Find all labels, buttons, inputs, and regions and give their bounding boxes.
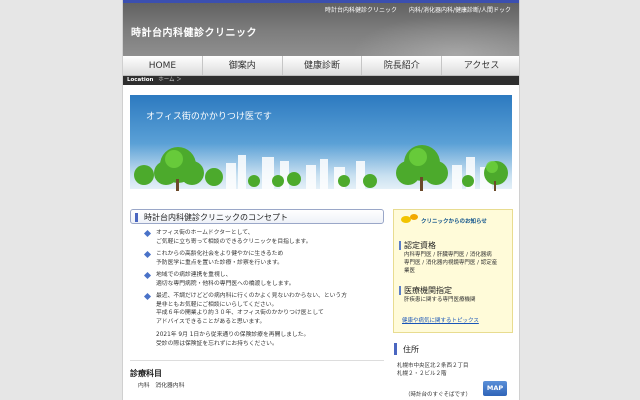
heading-bar-icon	[135, 213, 138, 222]
concept-text: オフィス街のホームドクターとして、	[156, 230, 254, 236]
qualifications-body: 内科専門医 / 肝臓専門医 / 消化器病 専門医 / 消化器内視鏡専門医 / 認…	[404, 251, 516, 275]
global-nav: HOME 御案内 健康診断 院長紹介 アクセス	[123, 56, 519, 76]
diamond-bullet-icon	[143, 292, 152, 301]
designation-body: 肝疾患に関する専門医療機関	[404, 296, 516, 304]
tagline-departments: 内科/消化器内科/健康診断/人間ドック	[408, 7, 511, 14]
concept-text: 平成６年の開業より約３０年、オフィス街のかかりつけ医として	[156, 310, 324, 316]
address-title: 住所	[403, 345, 419, 354]
concept-text: 是非ともお気軽にご相談にいらしてください。	[156, 301, 278, 308]
services-heading: 診療科目	[130, 369, 162, 378]
notice-text: 受診の際は保険証を忘れずにお持ちください。	[156, 340, 278, 347]
nav-director[interactable]: 院長紹介	[362, 56, 443, 75]
nav-health-checkup[interactable]: 健康診断	[283, 56, 363, 75]
designation-text: 肝疾患に関する専門医療機関	[404, 297, 476, 303]
health-topics-link[interactable]: 健康や病気に関するトピックス	[402, 316, 479, 324]
address-landmark: （時計台のすぐそばです）	[405, 392, 472, 398]
site-title[interactable]: 時計台内科健診クリニック	[131, 24, 257, 39]
concept-text: 予防医学に重点を置いた診療・診察を行います。	[156, 259, 283, 266]
concept-list: オフィス街のホームドクターとして、 ご気軽に立ち寄って相談のできるクリニックを目…	[143, 229, 383, 330]
address-heading: 住所	[393, 341, 513, 356]
qualifications-section: 認定資格 内科専門医 / 肝臓専門医 / 消化器病 専門医 / 消化器内視鏡専門…	[404, 240, 516, 275]
concept-text: 適切な専門病院・他科の専門医への橋渡しをします。	[156, 280, 295, 287]
concept-item: オフィス街のホームドクターとして、 ご気軽に立ち寄って相談のできるクリニックを目…	[143, 229, 383, 246]
qualification-text: 業医	[404, 268, 416, 274]
hero-banner: オフィス街のかかりつけ医です	[130, 95, 512, 202]
concept-item: 地域での病診連携を重視し、 適切な専門病院・他科の専門医への橋渡しをします。	[143, 271, 383, 288]
qualifications-heading: 認定資格	[404, 241, 436, 250]
clinic-info-box: クリニックからのお知らせ 認定資格 内科専門医 / 肝臓専門医 / 消化器病 専…	[393, 209, 513, 333]
breadcrumb-label: Location	[127, 77, 154, 83]
hero-tagline: オフィス街のかかりつけ医です	[146, 112, 272, 122]
concept-item: これからの高齢化社会をより健やかに生きるため 予防医学に重点を置いた診療・診察を…	[143, 250, 383, 267]
diamond-bullet-icon	[143, 229, 152, 238]
breadcrumb-home-link[interactable]: ホーム ＞	[158, 77, 182, 83]
page: 時計台内科健診クリニック 内科/消化器内科/健康診断/人間ドック 時計台内科健診…	[122, 0, 520, 400]
qualification-text: 内科専門医 / 肝臓専門医 / 消化器病	[404, 252, 492, 258]
section-bar-icon	[399, 286, 401, 295]
header-tagline: 時計台内科健診クリニック 内科/消化器内科/健康診断/人間ドック	[315, 5, 511, 14]
nav-access[interactable]: アクセス	[442, 56, 519, 75]
nav-home[interactable]: HOME	[123, 56, 203, 75]
news-label: クリニックからのお知らせ	[421, 219, 487, 225]
header-accent-line	[123, 0, 519, 3]
divider	[130, 360, 384, 361]
diamond-bullet-icon	[143, 250, 152, 259]
site-header: 時計台内科健診クリニック 内科/消化器内科/健康診断/人間ドック 時計台内科健診…	[123, 0, 519, 56]
nav-guide[interactable]: 御案内	[203, 56, 283, 75]
diamond-bullet-icon	[143, 271, 152, 280]
address-body: 札幌市中央区北２条西２丁目 札幌２・２ビル２階	[397, 362, 469, 378]
concept-item: 最近、不調だけどどの病内科に行くのかよく見ないわからない、という方 是非ともお気…	[143, 292, 383, 326]
map-button[interactable]: MAP	[483, 381, 507, 396]
designation-section: 医療機関指定 肝疾患に関する専門医療機関	[404, 285, 516, 304]
concept-text: ご気軽に立ち寄って相談のできるクリニックを目指します。	[156, 238, 312, 245]
insurance-notice: 2021年 9月 1日から従来通りの保険診療を再開しました。 受診の際は保険証を…	[156, 331, 309, 348]
services-list: 内科 消化器内科	[138, 383, 185, 389]
heading-bar-icon	[394, 343, 397, 355]
notice-text: 2021年 9月 1日から従来通りの保険診療を再開しました。	[156, 332, 310, 338]
address-line: 札幌２・２ビル２階	[397, 371, 447, 377]
breadcrumb: Location ホーム ＞	[123, 76, 519, 85]
concept-heading: 時計台内科健診クリニックのコンセプト	[130, 209, 384, 224]
section-bar-icon	[399, 241, 401, 250]
news-banner[interactable]: クリニックからのお知らせ	[399, 214, 507, 230]
concept-text: 最近、不調だけどどの病内科に行くのかよく見ないわからない、という方	[156, 293, 348, 299]
concept-text: 地域での病診連携を重視し、	[156, 272, 232, 278]
qualification-text: 専門医 / 消化器内視鏡専門医 / 認定産	[404, 260, 498, 266]
tagline-clinic-name: 時計台内科健診クリニック	[324, 7, 397, 14]
concept-title: 時計台内科健診クリニックのコンセプト	[144, 213, 288, 222]
address-line: 札幌市中央区北２条西２丁目	[397, 363, 469, 369]
concept-text: アドバイスできることがあると思います。	[156, 318, 266, 325]
speech-bubble-icon	[410, 214, 418, 220]
header-decoration	[351, 14, 519, 56]
concept-text: これからの高齢化社会をより健やかに生きるため	[156, 251, 284, 257]
designation-heading: 医療機関指定	[404, 286, 452, 295]
